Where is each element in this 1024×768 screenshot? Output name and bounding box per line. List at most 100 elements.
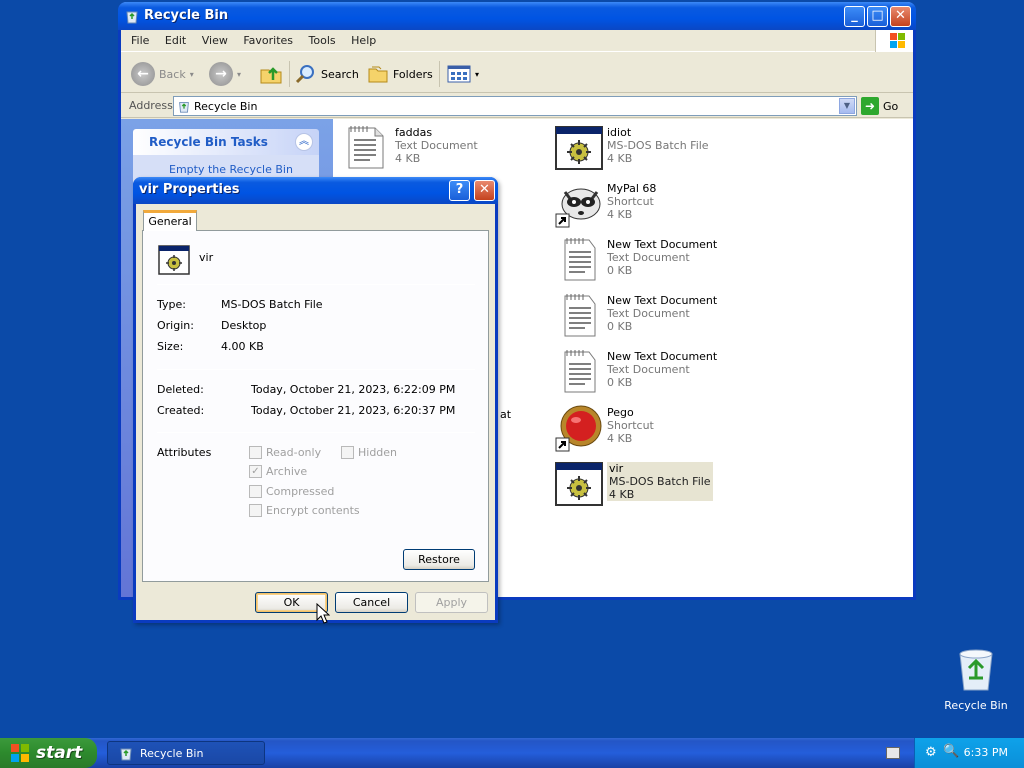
taskbar-item-label: Recycle Bin	[140, 746, 204, 760]
recycle-bin-icon	[179, 102, 189, 113]
file-name: faddas	[395, 126, 433, 139]
file-size: 4 KB	[609, 488, 635, 501]
batch-file-icon	[555, 126, 603, 170]
folders-icon	[368, 66, 388, 83]
type-label: Type:	[157, 298, 186, 311]
file-name: idiot	[607, 126, 632, 139]
file-size: 0 KB	[607, 376, 633, 389]
dialog-close-button[interactable]: ✕	[474, 180, 495, 201]
file-name: New Text Document	[607, 238, 718, 251]
window-title: Recycle Bin	[144, 8, 229, 23]
address-field[interactable]: Recycle Bin ▼	[173, 96, 857, 116]
views-button[interactable]: ▾	[447, 61, 479, 87]
menu-bar: File Edit View Favorites Tools Help	[121, 30, 913, 52]
go-button[interactable]: ➜ Go	[861, 97, 898, 115]
properties-dialog: vir Properties ? ✕ General vir Type: MS-…	[133, 177, 498, 623]
cancel-button[interactable]: Cancel	[335, 592, 408, 613]
help-button[interactable]: ?	[449, 180, 470, 201]
up-folder-button[interactable]	[259, 61, 283, 87]
size-value: 4.00 KB	[221, 340, 264, 353]
maximize-button[interactable]: □	[867, 6, 888, 27]
file-name: Pego	[607, 406, 634, 419]
search-button[interactable]: Search	[295, 61, 359, 87]
keyboard-language-icon[interactable]	[886, 747, 900, 759]
explorer-titlebar[interactable]: Recycle Bin _ □ ✕	[118, 2, 916, 30]
clock: 6:33 PM	[963, 746, 1008, 759]
file-name-field[interactable]: vir	[199, 251, 213, 264]
back-button[interactable]: ← Back ▾	[131, 61, 194, 87]
file-type: Shortcut	[607, 419, 654, 432]
size-label: Size:	[157, 340, 184, 353]
file-size: 4 KB	[607, 432, 633, 445]
up-folder-icon	[260, 67, 282, 84]
text-document-icon	[564, 294, 596, 337]
minimize-button[interactable]: _	[844, 6, 865, 27]
menu-favorites[interactable]: Favorites	[237, 30, 299, 51]
divider	[157, 432, 475, 433]
archive-checkbox[interactable]: ✓ Archive	[249, 465, 307, 478]
toolbar: ← Back ▾ → ▾ Search Folders ▾	[121, 53, 913, 93]
menu-help[interactable]: Help	[345, 30, 382, 51]
go-label: Go	[883, 99, 899, 113]
deleted-label: Deleted:	[157, 383, 204, 396]
divider	[157, 284, 475, 285]
windows-flag-icon	[11, 744, 29, 762]
file-size: 4 KB	[607, 152, 633, 165]
file-item[interactable]: Pego Shortcut 4 KB	[555, 404, 725, 454]
forward-button[interactable]: → ▾	[209, 61, 241, 87]
file-item[interactable]: New Text Document Text Document 0 KB	[555, 236, 725, 286]
attributes-label: Attributes	[157, 446, 212, 459]
dialog-titlebar[interactable]: vir Properties ? ✕	[133, 177, 498, 204]
menu-file[interactable]: File	[125, 30, 155, 51]
hidden-checkbox[interactable]: Hidden	[341, 446, 397, 459]
search-icon[interactable]: 🔍	[943, 744, 959, 759]
go-arrow-icon: ➜	[861, 97, 879, 115]
start-button[interactable]: start	[0, 738, 97, 768]
restore-button[interactable]: Restore	[403, 549, 475, 570]
menu-tools[interactable]: Tools	[303, 30, 342, 51]
menu-view[interactable]: View	[196, 30, 234, 51]
divider	[157, 369, 475, 370]
address-dropdown-button[interactable]: ▼	[839, 98, 855, 114]
tab-general[interactable]: General	[143, 210, 197, 231]
folders-button[interactable]: Folders	[367, 61, 433, 87]
desktop-icon-label: Recycle Bin	[944, 699, 1008, 712]
back-arrow-icon: ←	[131, 62, 155, 86]
recycle-bin-icon	[959, 649, 993, 691]
tasks-title: Recycle Bin Tasks	[149, 135, 268, 149]
file-item[interactable]: New Text Document Text Document 0 KB	[555, 292, 725, 342]
raccoon-shortcut-icon	[555, 188, 601, 228]
text-document-icon	[564, 238, 596, 281]
file-item[interactable]: New Text Document Text Document 0 KB	[555, 348, 725, 398]
file-name: vir	[609, 462, 624, 475]
encrypt-checkbox[interactable]: Encrypt contents	[249, 504, 360, 517]
file-item[interactable]: MyPal 68 Shortcut 4 KB	[555, 180, 725, 230]
recycle-bin-icon	[120, 748, 132, 761]
menu-edit[interactable]: Edit	[159, 30, 192, 51]
empty-recycle-bin-link[interactable]: Empty the Recycle Bin	[169, 163, 293, 176]
apply-button[interactable]: Apply	[415, 592, 488, 613]
recycle-bin-tasks-header[interactable]: Recycle Bin Tasks ︽	[133, 129, 319, 155]
close-button[interactable]: ✕	[890, 6, 911, 27]
file-type: Text Document	[395, 139, 478, 152]
taskbar-item-recycle-bin[interactable]: Recycle Bin	[107, 741, 265, 765]
checkmark-icon: ✓	[249, 465, 262, 478]
readonly-checkbox[interactable]: Read-only	[249, 446, 321, 459]
system-tray: ⚙ 🔍 6:33 PM	[914, 738, 1024, 768]
file-item[interactable]: idiot MS-DOS Batch File 4 KB	[555, 124, 725, 174]
desktop-recycle-bin[interactable]: Recycle Bin	[944, 644, 1008, 712]
red-orb-shortcut-icon	[555, 405, 602, 452]
search-icon	[295, 65, 314, 84]
address-value: Recycle Bin	[194, 100, 258, 113]
file-name: New Text Document	[607, 294, 718, 307]
file-item-selected[interactable]: vir MS-DOS Batch File 4 KB	[555, 460, 725, 510]
compressed-checkbox[interactable]: Compressed	[249, 485, 334, 498]
file-item[interactable]: faddas Text Document 4 KB	[343, 124, 513, 174]
views-icon	[447, 65, 471, 83]
folders-label: Folders	[393, 67, 433, 81]
deleted-value: Today, October 21, 2023, 6:22:09 PM	[251, 383, 456, 396]
network-icon[interactable]: ⚙	[925, 745, 937, 760]
collapse-chevron-icon[interactable]: ︽	[295, 133, 313, 151]
forward-arrow-icon: →	[209, 62, 233, 86]
created-value: Today, October 21, 2023, 6:20:37 PM	[251, 404, 456, 417]
